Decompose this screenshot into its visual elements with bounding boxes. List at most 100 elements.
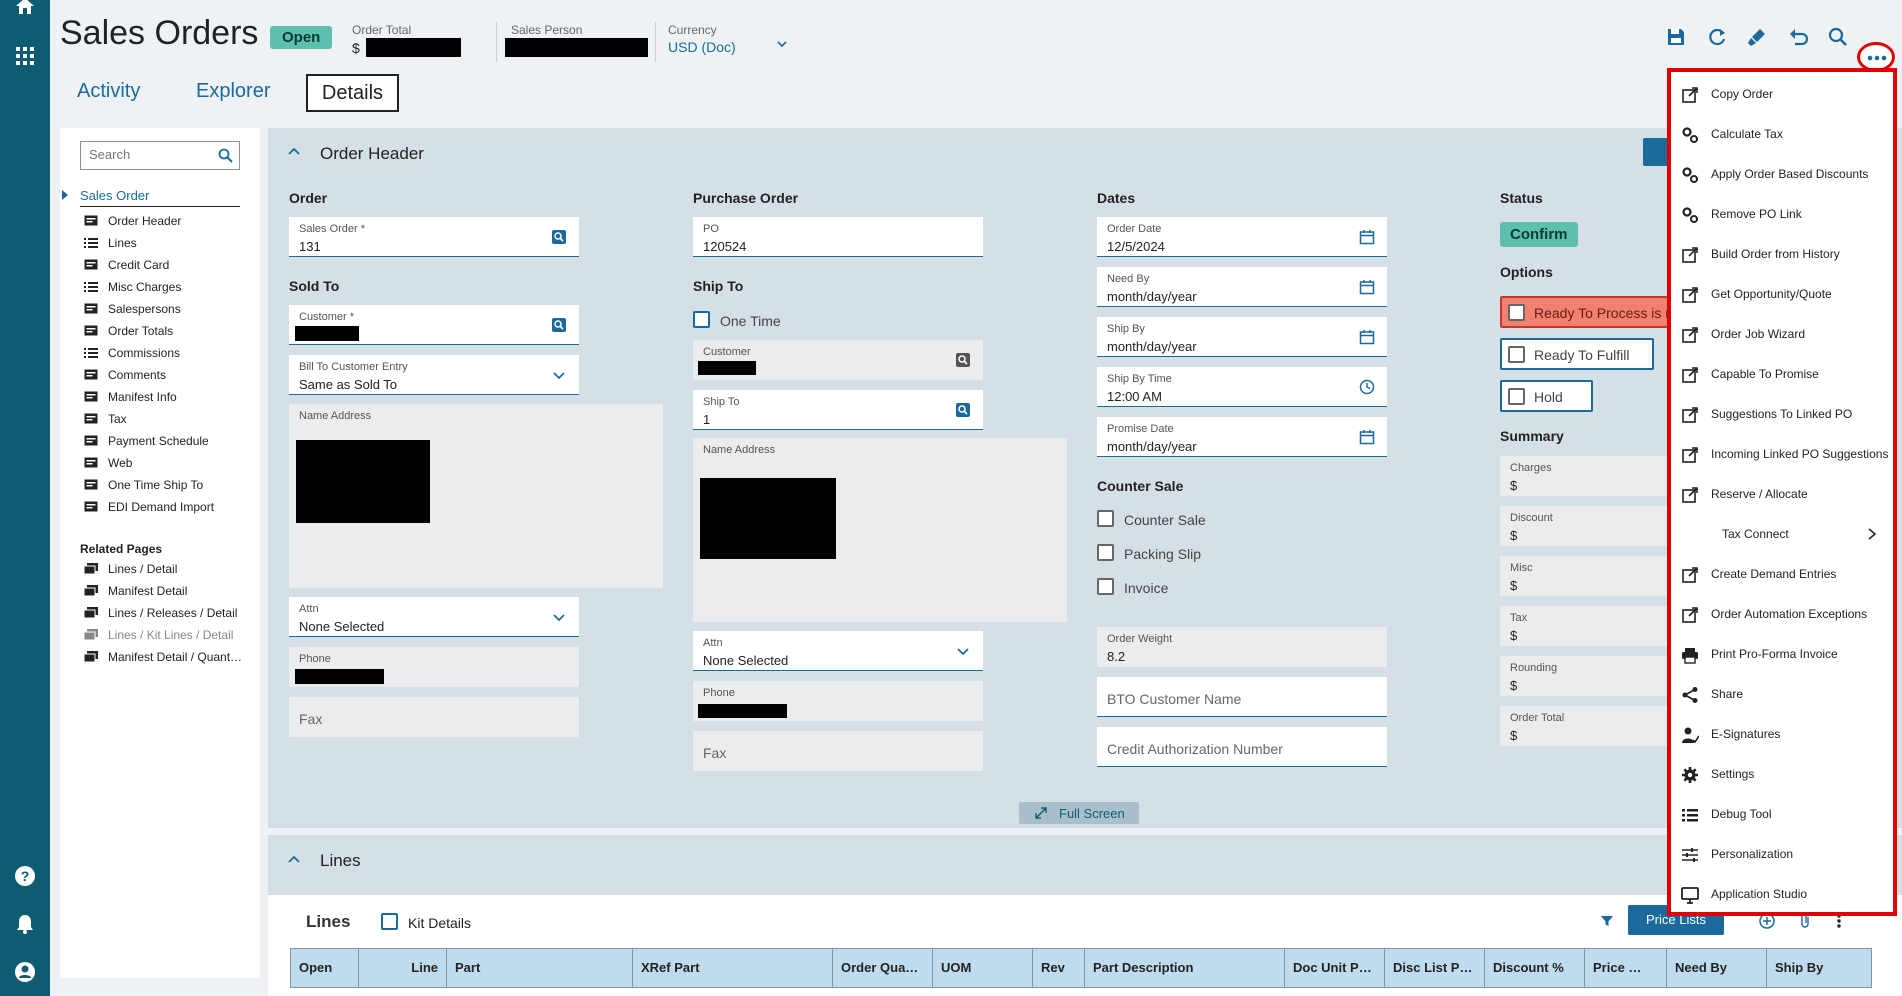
menu-item[interactable]: Remove PO Link [1671,194,1893,234]
tab-details[interactable]: Details [306,74,399,112]
fax-field[interactable]: Fax [289,697,579,737]
menu-item[interactable]: Capable To Promise [1671,354,1893,394]
ship-to-value[interactable]: 1 [703,412,710,427]
nav-search-input[interactable] [89,147,209,162]
column-header[interactable]: Part Description [1085,949,1285,987]
menu-item[interactable]: Order Job Wizard [1671,314,1893,354]
related-page-item[interactable]: Lines / Kit Lines / Detail [108,628,233,642]
full-screen-button[interactable]: Full Screen [1019,802,1139,824]
order-date-value[interactable]: 12/5/2024 [1107,239,1165,254]
nav-item[interactable]: Commissions [108,346,180,360]
menu-item[interactable]: Application Studio [1671,874,1893,914]
ship-to-field[interactable]: Ship To 1 [693,390,983,430]
attn-select[interactable]: Attn None Selected [289,597,579,637]
menu-item[interactable]: E-Signatures [1671,714,1893,754]
bill-to-select[interactable]: Bill To Customer Entry Same as Sold To [289,355,579,395]
related-page-item[interactable]: Lines / Releases / Detail [108,606,237,620]
invoice-checkbox[interactable] [1097,578,1114,595]
menu-item[interactable]: Suggestions To Linked PO [1671,394,1893,434]
column-header[interactable]: Order Qua… [833,949,933,987]
nav-item[interactable]: Manifest Info [108,390,177,404]
refresh-icon[interactable] [1706,26,1728,48]
order-date-field[interactable]: Order Date 12/5/2024 [1097,217,1387,257]
ship-attn-select[interactable]: Attn None Selected [693,631,983,671]
ship-fax-field[interactable]: Fax [693,731,983,771]
ship-by-field[interactable]: Ship By month/day/year [1097,317,1387,357]
promise-date-field[interactable]: Promise Date month/day/year [1097,417,1387,457]
menu-item[interactable]: Build Order from History [1671,234,1893,274]
nav-root-sales-order[interactable]: Sales Order [80,188,149,203]
column-header[interactable]: Need By [1667,949,1767,987]
ship-customer-field[interactable]: Customer [693,340,983,380]
menu-item[interactable]: Tax Connect [1671,514,1893,554]
clear-brush-icon[interactable] [1746,26,1768,48]
menu-item[interactable]: Calculate Tax [1671,114,1893,154]
lookup-search-icon[interactable] [551,229,567,245]
menu-item[interactable]: Personalization [1671,834,1893,874]
name-address-textarea[interactable]: Name Address [289,404,663,588]
home-icon[interactable] [13,0,37,18]
menu-item[interactable]: Debug Tool [1671,794,1893,834]
chevron-down-icon[interactable] [551,367,567,383]
apps-grid-icon[interactable] [13,44,37,68]
tab-activity[interactable]: Activity [77,80,140,103]
menu-item[interactable]: Print Pro-Forma Invoice [1671,634,1893,674]
search-icon[interactable] [218,148,233,163]
menu-item[interactable]: Create Demand Entries [1671,554,1893,594]
lookup-search-icon[interactable] [551,317,567,333]
need-by-field[interactable]: Need By month/day/year [1097,267,1387,307]
one-time-checkbox[interactable] [693,311,710,328]
nav-item[interactable]: Payment Schedule [108,434,209,448]
undo-icon[interactable] [1787,26,1809,48]
related-page-item[interactable]: Lines / Detail [108,562,177,576]
nav-item[interactable]: Lines [108,236,137,250]
menu-item[interactable]: Settings [1671,754,1893,794]
nav-item[interactable]: Salespersons [108,302,181,316]
save-icon[interactable] [1665,26,1687,48]
filter-icon[interactable] [1600,914,1614,928]
lookup-search-icon[interactable] [955,352,971,368]
clock-icon[interactable] [1359,379,1375,395]
po-field[interactable]: PO 120524 [693,217,983,257]
menu-item[interactable]: Incoming Linked PO Suggestions [1671,434,1893,474]
currency-select[interactable]: USD (Doc) [668,39,736,55]
column-header[interactable]: Part [447,949,633,987]
nav-item[interactable]: EDI Demand Import [108,500,214,514]
search-icon[interactable] [1827,26,1849,48]
kit-details-checkbox[interactable] [381,913,398,930]
counter-sale-checkbox[interactable] [1097,510,1114,527]
calendar-icon[interactable] [1359,229,1375,245]
ship-phone-field[interactable]: Phone [693,681,983,721]
column-header[interactable]: Open [291,949,359,987]
phone-field[interactable]: Phone [289,647,579,687]
ready-to-process-option[interactable]: Ready To Process is not [1500,296,1670,328]
chevron-down-icon[interactable] [776,38,788,50]
nav-item[interactable]: Order Header [108,214,181,228]
column-header[interactable]: UOM [933,949,1033,987]
hold-option[interactable]: Hold [1500,380,1593,412]
ship-by-value[interactable]: month/day/year [1107,339,1197,354]
menu-item[interactable]: Order Automation Exceptions [1671,594,1893,634]
nav-item[interactable]: Comments [108,368,166,382]
column-header[interactable]: Disc List P… [1385,949,1485,987]
sales-order-field[interactable]: Sales Order * 131 [289,217,579,257]
chevron-down-icon[interactable] [551,609,567,625]
nav-item[interactable]: Order Totals [108,324,173,338]
ship-by-time-field[interactable]: Ship By Time 12:00 AM [1097,367,1387,407]
collapse-chevron-icon[interactable] [287,854,301,864]
user-avatar-icon[interactable] [13,960,37,984]
menu-item[interactable]: Get Opportunity/Quote [1671,274,1893,314]
nav-item[interactable]: Credit Card [108,258,169,272]
collapse-chevron-icon[interactable] [287,146,301,156]
column-header[interactable]: Discount % [1485,949,1585,987]
sales-order-value[interactable]: 131 [299,239,321,254]
tree-caret-icon[interactable] [61,189,69,201]
column-header[interactable]: Line [359,949,447,987]
help-icon[interactable]: ? [13,864,37,888]
need-by-value[interactable]: month/day/year [1107,289,1197,304]
hold-checkbox[interactable] [1508,388,1525,405]
menu-item[interactable]: Apply Order Based Discounts [1671,154,1893,194]
menu-item[interactable]: Copy Order [1671,74,1893,114]
calendar-icon[interactable] [1359,429,1375,445]
ship-name-address-textarea[interactable]: Name Address [693,438,1067,622]
